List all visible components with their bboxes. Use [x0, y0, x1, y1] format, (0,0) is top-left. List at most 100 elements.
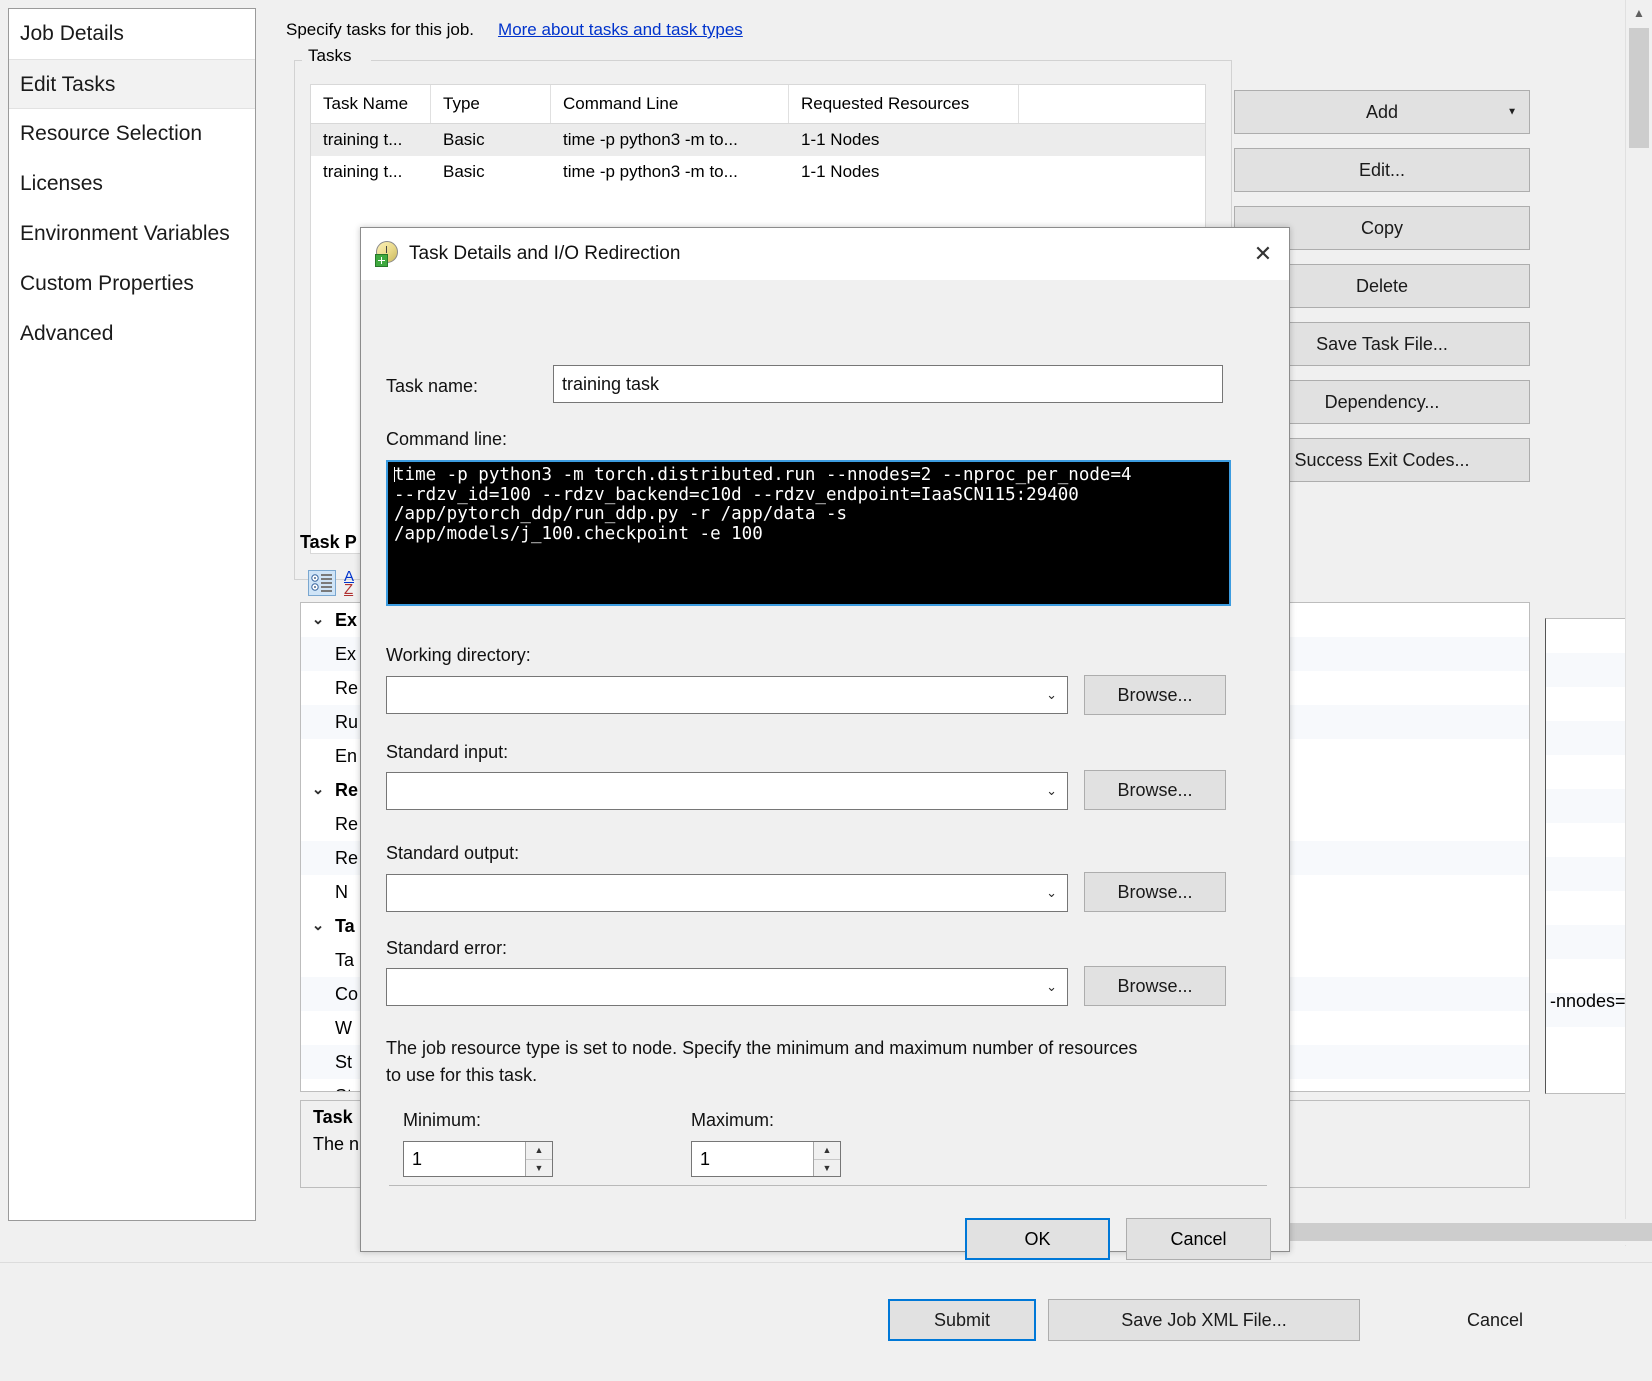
save-job-xml-button[interactable]: Save Job XML File... [1048, 1299, 1360, 1341]
sidebar-item-resource-selection[interactable]: Resource Selection [9, 109, 255, 159]
task-properties-label: Task P [300, 532, 357, 552]
maximum-spin-buttons[interactable]: ▲ ▼ [813, 1142, 840, 1176]
cancel-label: Cancel [1170, 1228, 1227, 1249]
close-icon[interactable]: ✕ [1237, 228, 1289, 280]
column-header-requested-resources[interactable]: Requested Resources [789, 85, 1019, 123]
browse-standard-error-button[interactable]: Browse... [1084, 966, 1226, 1006]
property-name: N [335, 882, 348, 902]
sidebar-item-licenses[interactable]: Licenses [9, 159, 255, 209]
chevron-down-icon[interactable]: ⌄ [301, 603, 335, 637]
wizard-footer: Submit Save Job XML File... Cancel [0, 1262, 1652, 1381]
maximum-stepper[interactable]: 1 ▲ ▼ [691, 1141, 841, 1177]
cell-type: Basic [443, 162, 485, 181]
chevron-down-icon[interactable]: ⌄ [1046, 979, 1057, 995]
property-name: St [301, 1079, 352, 1091]
property-name: Ex [335, 644, 357, 664]
sidebar-item-label: Environment Variables [20, 222, 230, 245]
sort-az-bottom-label[interactable]: Z [344, 582, 354, 597]
delete-button-label: Delete [1355, 275, 1409, 296]
spin-down-icon[interactable]: ▼ [814, 1160, 840, 1177]
chevron-down-icon[interactable]: ▼ [1507, 107, 1517, 118]
property-category-label: Ta [335, 916, 355, 936]
cell-requested-resources: 1-1 Nodes [801, 130, 880, 149]
column-header-task-name[interactable]: Task Name [311, 85, 431, 123]
plus-badge-icon [375, 254, 388, 267]
minimum-stepper[interactable]: 1 ▲ ▼ [403, 1141, 553, 1177]
edit-button[interactable]: Edit... [1234, 148, 1530, 192]
sidebar-item-environment-variables[interactable]: Environment Variables [9, 209, 255, 259]
chevron-down-icon[interactable]: ⌄ [1046, 687, 1057, 703]
browse-label: Browse... [1117, 779, 1193, 800]
scrollbar-thumb[interactable] [1629, 28, 1649, 148]
browse-standard-input-button[interactable]: Browse... [1084, 770, 1226, 810]
property-name: W [335, 1018, 352, 1038]
more-about-tasks-link[interactable]: More about tasks and task types [498, 20, 743, 39]
cancel-button[interactable]: Cancel [1420, 1299, 1570, 1341]
add-button-label: Add [1365, 101, 1399, 122]
chevron-down-icon[interactable]: ⌄ [1046, 783, 1057, 799]
sidebar-item-edit-tasks[interactable]: Edit Tasks [9, 59, 255, 109]
dialog-cancel-button[interactable]: Cancel [1126, 1218, 1271, 1260]
standard-output-label: Standard output: [386, 843, 520, 863]
sidebar-item-label: Advanced [20, 322, 114, 345]
working-directory-combobox[interactable]: ⌄ [386, 676, 1068, 714]
column-header-command-line[interactable]: Command Line [551, 85, 789, 123]
spin-down-icon[interactable]: ▼ [526, 1160, 552, 1177]
standard-input-combobox[interactable]: ⌄ [386, 772, 1068, 810]
dialog-title: Task Details and I/O Redirection [409, 243, 681, 264]
task-name-input[interactable]: training task [553, 365, 1223, 403]
property-category-label: Re [335, 780, 359, 800]
sidebar-item-custom-properties[interactable]: Custom Properties [9, 259, 255, 309]
sidebar-item-job-details[interactable]: Job Details [9, 9, 255, 59]
add-button[interactable]: Add ▼ [1234, 90, 1530, 134]
edit-button-label: Edit... [1358, 159, 1406, 180]
sidebar-item-label: Edit Tasks [20, 73, 116, 96]
sidebar-item-label: Job Details [20, 22, 124, 45]
chevron-down-icon[interactable]: ⌄ [301, 909, 335, 943]
standard-error-combobox[interactable]: ⌄ [386, 968, 1068, 1006]
dialog-body: Task name: training task Command line: t… [361, 280, 1289, 1260]
scroll-up-icon[interactable]: ▲ [1626, 0, 1652, 26]
dialog-separator [389, 1185, 1267, 1186]
save-task-file-button-label: Save Task File... [1316, 333, 1448, 354]
browse-working-directory-button[interactable]: Browse... [1084, 675, 1226, 715]
minimum-value[interactable]: 1 [404, 1149, 525, 1170]
browse-label: Browse... [1117, 684, 1193, 705]
minimum-label: Minimum: [403, 1110, 482, 1130]
standard-error-label: Standard error: [386, 938, 508, 958]
task-clock-icon [375, 241, 401, 267]
table-row[interactable]: training t... Basic time -p python3 -m t… [311, 156, 1205, 188]
property-grid-toolbar: A Z [308, 569, 354, 597]
maximum-value[interactable]: 1 [692, 1149, 813, 1170]
column-header-type[interactable]: Type [431, 85, 551, 123]
sidebar-item-label: Custom Properties [20, 272, 194, 295]
categorized-view-glyph [311, 574, 332, 592]
resource-note-text: The job resource type is set to node. Sp… [386, 1038, 1138, 1085]
property-name: Re [335, 814, 359, 834]
dialog-title-bar: Task Details and I/O Redirection ✕ [361, 228, 1289, 280]
task-name-label: Task name: [386, 376, 479, 396]
browse-standard-output-button[interactable]: Browse... [1084, 872, 1226, 912]
cancel-button-label: Cancel [1466, 1309, 1524, 1330]
copy-button-label: Copy [1360, 217, 1404, 238]
standard-output-combobox[interactable]: ⌄ [386, 874, 1068, 912]
command-line-textarea[interactable]: time -p python3 -m torch.distributed.run… [386, 460, 1231, 606]
spin-up-icon[interactable]: ▲ [526, 1142, 552, 1160]
page-vertical-scrollbar[interactable]: ▲ ▼ [1625, 0, 1652, 1246]
working-directory-label: Working directory: [386, 645, 531, 665]
property-name: Ta [335, 950, 355, 970]
minimum-spin-buttons[interactable]: ▲ ▼ [525, 1142, 552, 1176]
chevron-down-icon[interactable]: ⌄ [301, 773, 335, 807]
sidebar-item-label: Resource Selection [20, 122, 203, 145]
dialog-ok-button[interactable]: OK [965, 1218, 1110, 1260]
intro-line: Specify tasks for this job. More about ta… [286, 20, 743, 40]
sidebar-item-advanced[interactable]: Advanced [9, 309, 255, 359]
table-row[interactable]: training t... Basic time -p python3 -m t… [311, 124, 1205, 156]
cell-task-name: training t... [323, 130, 403, 149]
submit-button[interactable]: Submit [888, 1299, 1036, 1341]
chevron-down-icon[interactable]: ⌄ [1046, 885, 1057, 901]
categorized-view-icon[interactable] [308, 570, 336, 596]
browse-label: Browse... [1117, 975, 1193, 996]
spin-up-icon[interactable]: ▲ [814, 1142, 840, 1160]
property-name: Ru [335, 712, 359, 732]
